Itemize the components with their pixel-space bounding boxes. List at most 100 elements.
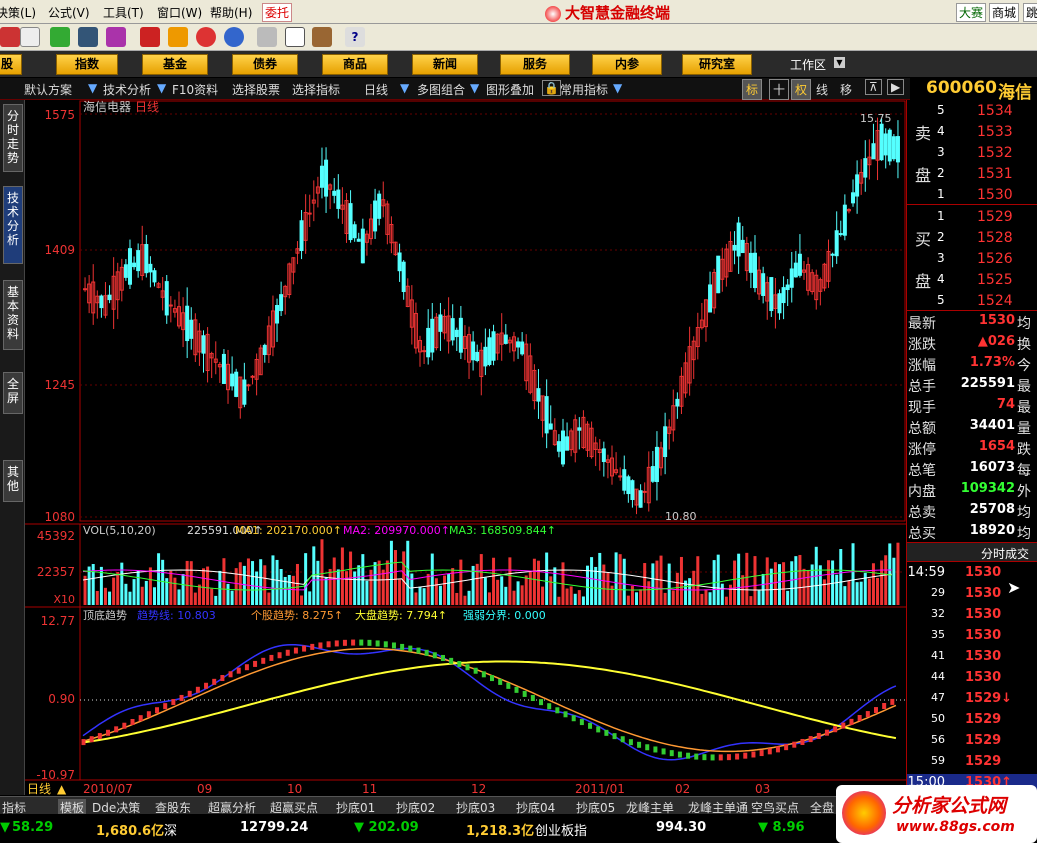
line-button[interactable]: 线 [816, 81, 828, 98]
nav-news[interactable]: 新闻 [412, 54, 478, 75]
trade-time: 41 [931, 649, 945, 662]
side-tab-other[interactable]: 其他 [3, 460, 23, 502]
nav-research[interactable]: 研究室 [682, 54, 752, 75]
dropdown-arrow-icon[interactable]: ▼ [88, 81, 97, 95]
side-tab-intraday[interactable]: 分时走势 [3, 104, 23, 172]
jump-link[interactable]: 跳 [1023, 3, 1037, 22]
stat-label-right: 外 [1017, 484, 1031, 500]
workspace-label[interactable]: 工作区 [790, 56, 826, 73]
trend-block [244, 664, 249, 671]
entrust-button[interactable]: 委托 [262, 3, 293, 22]
candle-body [332, 190, 337, 196]
books-icon[interactable] [312, 27, 332, 47]
vol-legend-ma3: MA3: 168509.844↑ [449, 524, 556, 537]
nav-stock[interactable]: 股 [0, 54, 22, 75]
menu-decision[interactable]: 决策(L) [0, 4, 36, 21]
menu-help[interactable]: 帮助(H) [210, 4, 252, 21]
status-market-sz[interactable]: 深 [164, 820, 177, 839]
volume-bar [602, 564, 606, 605]
chart-icon[interactable] [78, 27, 98, 47]
tab-f10[interactable]: F10资料 [172, 81, 218, 98]
rights-button[interactable]: 权 [791, 79, 812, 100]
ask-row-price[interactable]: 1533 [977, 124, 1013, 140]
trend-block [106, 729, 111, 736]
mark-button[interactable]: 标 [742, 79, 763, 100]
x-label-2: 10 [287, 782, 302, 795]
f10-icon[interactable] [196, 27, 216, 47]
stat-label: 现手 [908, 400, 936, 416]
chart-area[interactable]: 1575 1409 1245 1080 海信电器 日线 15.75 10.80 … [25, 100, 906, 795]
nav-bond[interactable]: 债券 [232, 54, 298, 75]
tab-select-stock[interactable]: 选择股票 [232, 81, 280, 98]
trend-block [195, 686, 200, 693]
dropdown-arrow-icon[interactable]: ▼ [400, 81, 409, 95]
finance-icon[interactable] [168, 27, 188, 47]
print-icon[interactable] [257, 27, 277, 47]
side-tab-technical[interactable]: 技术分析 [3, 186, 23, 264]
tab-select-indicator[interactable]: 选择指标 [292, 81, 340, 98]
workspace-dropdown-icon[interactable]: ▼ [834, 57, 845, 68]
candle-body [732, 244, 737, 251]
stocks-icon[interactable] [50, 27, 70, 47]
nav-service[interactable]: 服务 [500, 54, 570, 75]
bid-row-price[interactable]: 1529 [977, 209, 1013, 225]
stat-label-right: 量 [1017, 421, 1031, 437]
tab-daily[interactable]: 日线 [364, 81, 388, 98]
ask-row-price[interactable]: 1531 [977, 166, 1013, 182]
help-icon[interactable]: ? [345, 27, 365, 47]
nav-index[interactable]: 指数 [56, 54, 118, 75]
money-icon[interactable] [224, 27, 244, 47]
ask-row-price[interactable]: 1534 [977, 103, 1013, 119]
tab-technical-analysis[interactable]: 技术分析 [103, 81, 151, 98]
window-icon[interactable] [285, 27, 305, 47]
menu-tools[interactable]: 工具(T) [103, 4, 144, 21]
trend-block [759, 750, 764, 757]
order-icon[interactable] [20, 27, 40, 47]
bid-row-price[interactable]: 1525 [977, 272, 1013, 288]
crosshair-button[interactable]: 十 [769, 79, 790, 100]
period-arrow-icon[interactable]: ▲ [57, 782, 67, 795]
play-icon[interactable]: ▶ [887, 79, 905, 95]
mall-link[interactable]: 商城 [989, 3, 1020, 22]
menu-window[interactable]: 窗口(W) [157, 4, 202, 21]
menu-formula[interactable]: 公式(V) [48, 4, 90, 21]
tab-overlay[interactable]: 图形叠加 [486, 81, 534, 98]
contest-link[interactable]: 大赛 [956, 3, 987, 22]
volume-bar [618, 554, 622, 605]
trend-block [318, 642, 323, 649]
ask-row-price[interactable]: 1530 [977, 187, 1013, 203]
tab-multi-chart[interactable]: 多图组合 [417, 81, 465, 98]
trend-block [424, 649, 429, 656]
volume-bar [295, 563, 299, 605]
nav-insider[interactable]: 内参 [592, 54, 662, 75]
tab-common-indicators[interactable]: 常用指标 [560, 81, 608, 98]
nav-fund[interactable]: 基金 [142, 54, 208, 75]
ind-legend-4: 强弱分界: 0.000 [463, 609, 546, 622]
collapse-icon[interactable]: ⊼ [865, 79, 882, 95]
status-market-gem[interactable]: 创业板指 [535, 820, 587, 839]
bid-row-price[interactable]: 1526 [977, 251, 1013, 267]
side-tab-fundamentals[interactable]: 基本资料 [3, 280, 23, 350]
news-icon[interactable] [140, 27, 160, 47]
nav-commodity[interactable]: 商品 [322, 54, 388, 75]
lock-icon[interactable]: 🔒 [542, 80, 561, 96]
move-button[interactable]: 移 [840, 81, 852, 98]
stat-label: 涨幅 [908, 358, 936, 374]
tab-default-scheme[interactable]: 默认方案 [24, 81, 72, 98]
side-tab-fullscreen[interactable]: 全屏 [3, 372, 23, 414]
dropdown-arrow-icon[interactable]: ▼ [470, 81, 479, 95]
alert-icon[interactable] [106, 27, 126, 47]
trend-block [694, 753, 699, 760]
ask-row-price[interactable]: 1532 [977, 145, 1013, 161]
dropdown-arrow-icon[interactable]: ▼ [157, 81, 166, 95]
bid-row-price[interactable]: 1524 [977, 293, 1013, 309]
volume-bar [181, 574, 185, 605]
candle-body [842, 204, 847, 236]
open-icon[interactable] [0, 27, 20, 47]
candle-body [838, 233, 843, 236]
volume-bar [479, 554, 483, 605]
volume-bar [512, 590, 516, 605]
candle-body [422, 350, 427, 353]
dropdown-arrow-icon[interactable]: ▼ [613, 81, 622, 95]
bid-row-price[interactable]: 1528 [977, 230, 1013, 246]
